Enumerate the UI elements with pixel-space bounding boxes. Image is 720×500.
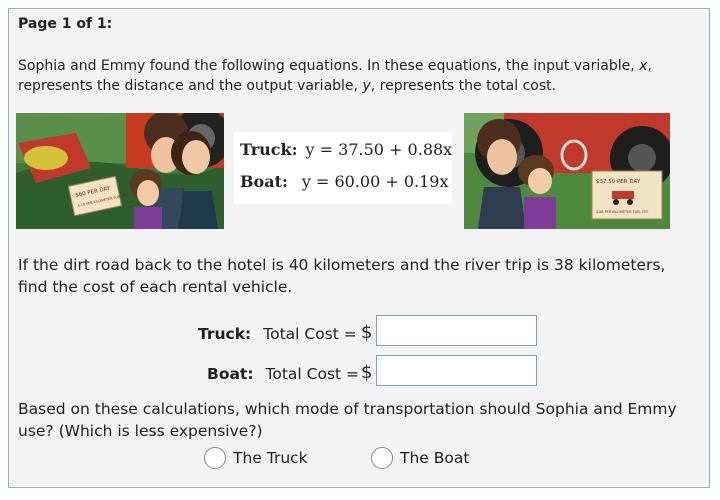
equations-box: Truck: y = 37.50 + 0.88x Boat: y = 60.00 +… [234, 132, 452, 204]
boat-answer-label: Boat: [207, 365, 254, 383]
option-boat-label: The Boat [400, 449, 470, 467]
truck-total-cost-label: Total Cost = [263, 325, 357, 343]
boat-illustration: $60 PER DAY $.19 PER KILOMETER FUEL FEE [16, 113, 224, 229]
boat-total-cost-label: Total Cost = [265, 365, 360, 383]
truck-answer-label: Truck: [198, 325, 252, 343]
right-sign-text: $37.50 PER DAY [596, 179, 641, 185]
transport-question: Based on these calculations, which mode … [18, 400, 677, 440]
truck-cost-input[interactable] [376, 315, 537, 346]
right-sign-subtext: $.88 PER KILOMETER FUEL FEE [596, 210, 648, 214]
option-the-truck[interactable]: The Truck [204, 446, 308, 470]
boat-answer-row: Boat: Total Cost = [207, 365, 359, 383]
intro-text: Sophia and Emmy found the following equa… [18, 58, 652, 94]
truck-equation: Truck: y = 37.50 + 0.88x [240, 140, 453, 159]
truck-dollar-sign: $ [361, 322, 373, 343]
boat-equation: Boat: y = 60.00 + 0.19x [240, 172, 449, 191]
radio-button-boat[interactable] [371, 447, 393, 469]
radio-button-truck[interactable] [204, 447, 226, 469]
truck-illustration: $37.50 PER DAY $.88 PER KILOMETER FUEL F… [464, 113, 670, 229]
boat-cost-input[interactable] [376, 355, 537, 386]
option-truck-label: The Truck [233, 449, 308, 467]
option-the-boat[interactable]: The Boat [371, 446, 469, 470]
boat-dollar-sign: $ [361, 362, 373, 383]
page-label: Page 1 of 1: [18, 16, 113, 32]
cost-question: If the dirt road back to the hotel is 40… [18, 256, 666, 296]
truck-answer-row: Truck: Total Cost = [198, 325, 357, 343]
